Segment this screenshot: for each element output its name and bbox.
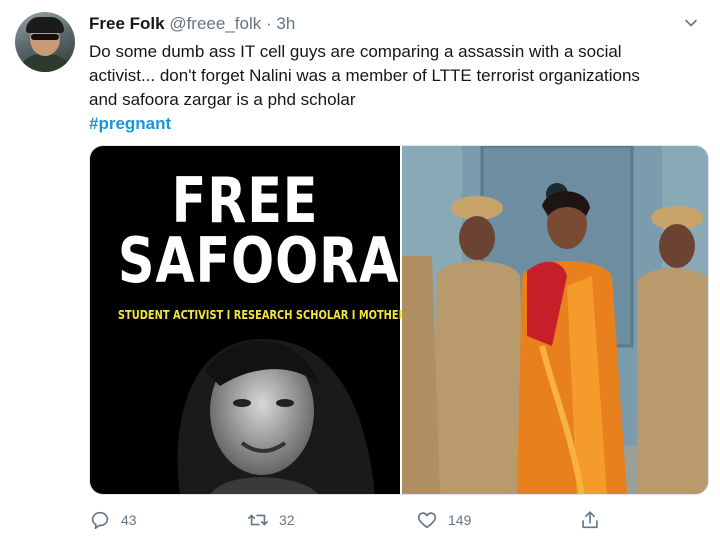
tweet-text-line: and safoora zargar is a phd scholar <box>89 90 356 109</box>
author-handle[interactable]: @freee_folk <box>169 14 261 33</box>
poster-headline: SAFOORA! <box>117 224 424 297</box>
portrait-photo <box>177 338 375 494</box>
reply-count: 43 <box>121 512 137 528</box>
reply-button[interactable]: 43 <box>89 508 137 532</box>
avatar[interactable] <box>15 12 75 72</box>
tweet-text-line: activist... don't forget Nalini was a me… <box>89 66 640 85</box>
tweet-media: FREE SAFOORA! STUDENT ACTIVIST I RESEARC… <box>89 145 709 495</box>
retweet-count: 32 <box>279 512 295 528</box>
poster-subtitle: STUDENT ACTIVIST I RESEARCH SCHOLAR I MO… <box>117 308 443 322</box>
tweet-timestamp[interactable]: 3h <box>276 14 295 33</box>
hashtag-link[interactable]: #pregnant <box>89 114 171 133</box>
tweet-header: Free Folk @freee_folk · 3h <box>89 13 295 35</box>
chevron-down-icon[interactable] <box>684 16 698 30</box>
like-button[interactable]: 149 <box>416 508 471 532</box>
tweet: Free Folk @freee_folk · 3h Do some dumb … <box>0 0 720 539</box>
retweet-button[interactable]: 32 <box>247 508 295 532</box>
tweet-text: Do some dumb ass IT cell guys are compar… <box>89 40 689 136</box>
tweet-text-line: Do some dumb ass IT cell guys are compar… <box>89 42 622 61</box>
share-icon <box>582 511 598 529</box>
media-image-right[interactable] <box>402 146 709 495</box>
tweet-actions: 43 32 149 <box>89 508 649 532</box>
heart-icon <box>417 512 437 529</box>
author-name[interactable]: Free Folk <box>89 14 165 33</box>
separator-dot: · <box>265 14 272 33</box>
like-count: 149 <box>448 512 472 528</box>
media-image-left[interactable]: FREE SAFOORA! STUDENT ACTIVIST I RESEARC… <box>90 146 443 494</box>
reply-icon <box>91 511 109 530</box>
share-button[interactable] <box>579 508 611 532</box>
retweet-icon <box>248 514 268 526</box>
